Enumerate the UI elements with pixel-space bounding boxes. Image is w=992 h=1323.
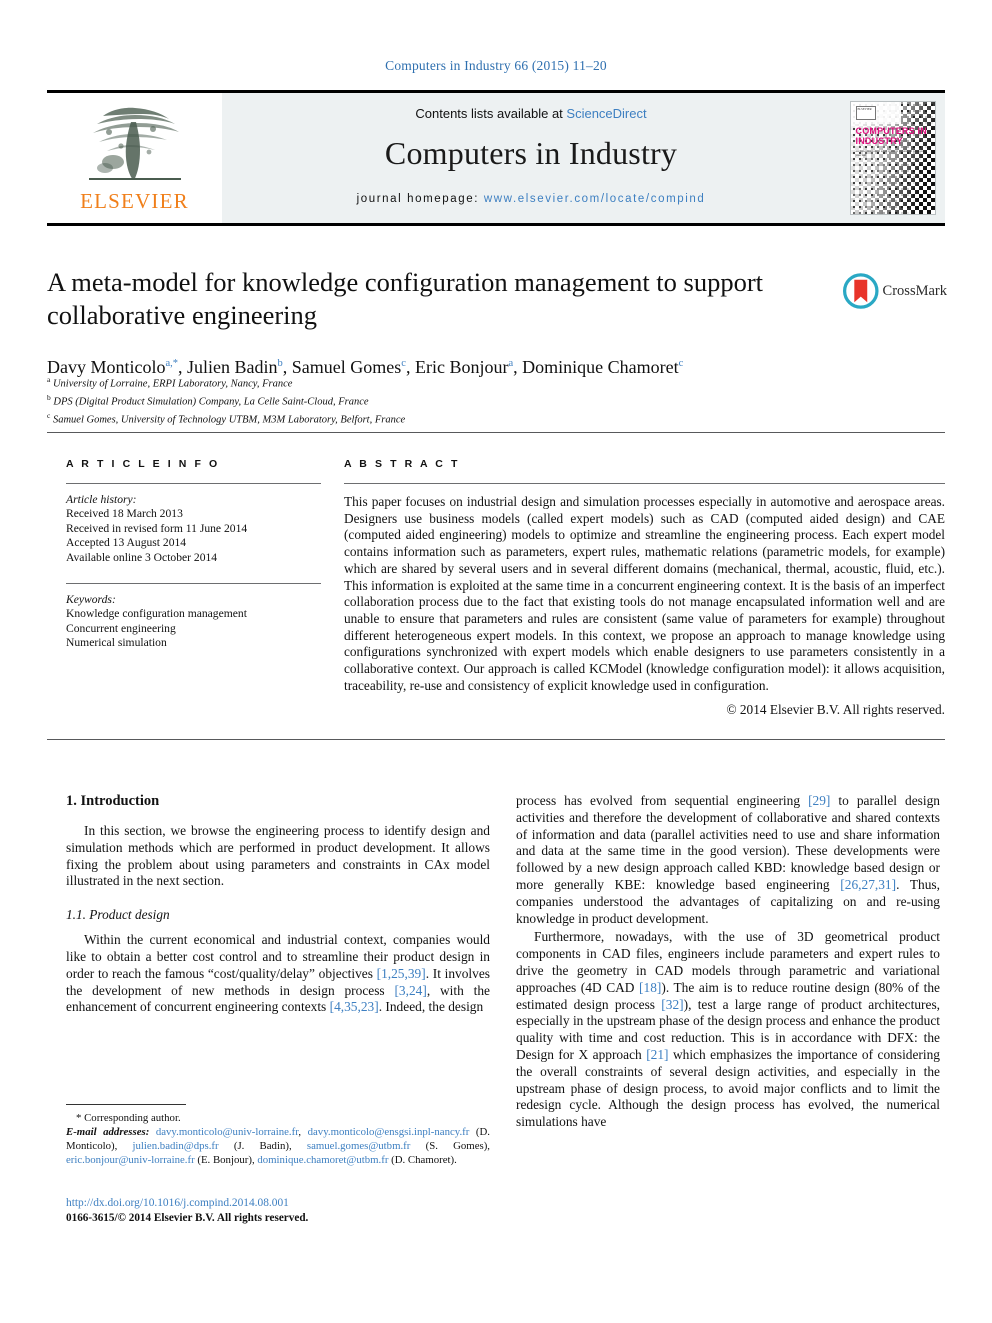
keyword-item: Knowledge configuration management	[66, 607, 247, 621]
footnote-block: * Corresponding author. E-mail addresses…	[66, 1104, 490, 1167]
paragraph-design-process: process has evolved from sequential engi…	[516, 793, 940, 927]
email-link[interactable]: julien.badin@dps.fr	[133, 1140, 219, 1152]
abstract-rule	[344, 483, 945, 484]
affiliation-text: University of Lorraine, ERPI Laboratory,…	[50, 378, 293, 390]
abstract-heading: A B S T R A C T	[344, 458, 460, 470]
keyword-item: Numerical simulation	[66, 636, 167, 650]
article-history-item: Available online 3 October 2014	[66, 550, 218, 564]
article-info-heading: A R T I C L E I N F O	[66, 458, 220, 470]
contents-line: Contents lists available at ScienceDirec…	[222, 93, 840, 121]
affiliation-list: a University of Lorraine, ERPI Laborator…	[47, 373, 747, 427]
divider-bottom	[47, 739, 945, 740]
homepage-label: journal homepage:	[356, 193, 480, 205]
elsevier-tree-icon	[88, 107, 181, 180]
email-link[interactable]: davy.monticolo@ensgsi.inpl-nancy.fr	[308, 1126, 470, 1138]
doi-link[interactable]: http://dx.doi.org/10.1016/j.compind.2014…	[66, 1196, 496, 1211]
email-link[interactable]: eric.bonjour@univ-lorraine.fr	[66, 1154, 195, 1166]
keywords-block: Keywords: Knowledge configuration manage…	[66, 593, 321, 651]
email-link[interactable]: dominique.chamoret@utbm.fr	[257, 1154, 388, 1166]
author-affiliation-mark: a	[508, 358, 514, 369]
section-heading-introduction: 1. Introduction	[66, 793, 160, 809]
author-affiliation-mark: c	[401, 358, 406, 369]
citation-ref[interactable]: [26,27,31]	[840, 877, 896, 892]
crossmark-badge[interactable]: CrossMark	[843, 268, 947, 314]
affiliation-item: a University of Lorraine, ERPI Laborator…	[47, 373, 747, 391]
author-affiliation-mark: c	[678, 358, 684, 369]
citation-ref[interactable]: [18]	[639, 980, 661, 995]
email-owner: (D. Chamoret).	[388, 1154, 457, 1166]
email-owner: (E. Bonjour)	[194, 1154, 252, 1166]
running-head: Computers in Industry 66 (2015) 11–20	[385, 58, 607, 73]
article-history-item: Accepted 13 August 2014	[66, 536, 187, 550]
crossmark-label: CrossMark	[882, 282, 947, 299]
cover-title-line1: COMPUTERS IN	[855, 126, 927, 136]
article-info-column: A R T I C L E I N F O Article history: R…	[66, 458, 321, 651]
subsection-heading-product-design: 1.1. Product design	[66, 907, 170, 923]
footnote-rule	[66, 1104, 186, 1105]
text-run: process has evolved from sequential engi…	[516, 793, 809, 808]
email-link[interactable]: samuel.gomes@utbm.fr	[307, 1140, 411, 1152]
affiliation-text: Samuel Gomes, University of Technology U…	[50, 414, 406, 426]
paragraph-3d-geometry: Furthermore, nowadays, with the use of 3…	[516, 929, 940, 1131]
author-affiliation-mark: a,*	[165, 358, 179, 369]
journal-cover-thumbnail: ELSEVIER COMPUTERS IN INDUSTRY an intern…	[849, 101, 936, 215]
page-title: A meta-model for knowledge configuration…	[47, 267, 764, 330]
paragraph-intro: In this section, we browse the engineeri…	[66, 823, 490, 889]
email-addresses-label: E-mail addresses:	[66, 1126, 150, 1138]
journal-masthead: ELSEVIER Contents lists available at Sci…	[47, 90, 945, 226]
cover-subtitle: an international application oriented re…	[855, 149, 926, 157]
abstract-column: A B S T R A C T This paper focuses on in…	[344, 458, 945, 718]
title-block: A meta-model for knowledge configuration…	[47, 266, 837, 379]
article-history-block: Article history: Received 18 March 2013 R…	[66, 493, 321, 565]
affiliation-item: c Samuel Gomes, University of Technology…	[47, 409, 747, 427]
journal-title: Computers in Industry	[384, 135, 678, 171]
contents-prefix: Contents lists available at	[415, 106, 567, 121]
keywords-rule	[66, 583, 321, 585]
masthead-center: Contents lists available at ScienceDirec…	[222, 93, 840, 223]
issn-copyright-line: 0166-3615/© 2014 Elsevier B.V. All right…	[66, 1212, 309, 1224]
doi-block: http://dx.doi.org/10.1016/j.compind.2014…	[66, 1196, 496, 1226]
abstract-copyright: © 2014 Elsevier B.V. All rights reserved…	[726, 702, 945, 718]
crossmark-icon	[843, 273, 879, 309]
citation-ref[interactable]: [21]	[646, 1047, 668, 1062]
homepage-url-link[interactable]: www.elsevier.com/locate/compind	[484, 193, 706, 205]
article-info-rule	[66, 483, 321, 484]
email-addresses-line: E-mail addresses: davy.monticolo@univ-lo…	[66, 1125, 490, 1167]
text-run: . Indeed, the design	[378, 999, 484, 1015]
corresponding-author-note: * Corresponding author. E-mail addresses…	[66, 1111, 490, 1167]
corresponding-author-line: * Corresponding author.	[76, 1112, 181, 1124]
cover-title-line2: INDUSTRY	[855, 136, 903, 146]
paragraph-product-design: Within the current economical and indust…	[66, 932, 490, 1016]
article-history-label: Article history:	[66, 493, 137, 506]
body-column-left: 1. Introduction In this section, we brow…	[66, 793, 490, 1018]
article-history-item: Received in revised form 11 June 2014	[66, 521, 248, 535]
divider-top	[47, 432, 945, 433]
paper-page: Computers in Industry 66 (2015) 11–20 EL…	[0, 0, 992, 1323]
email-owner: (J. Badin)	[218, 1140, 289, 1152]
journal-homepage-line: journal homepage: www.elsevier.com/locat…	[222, 193, 840, 205]
article-history-items: Received 18 March 2013 Received in revise…	[66, 507, 321, 565]
author-affiliation-mark: b	[277, 358, 283, 369]
citation-ref[interactable]: [1,25,39]	[377, 966, 426, 981]
abstract-text: This paper focuses on industrial design …	[344, 494, 945, 693]
article-history-item: Received 18 March 2013	[66, 507, 183, 521]
keywords-items: Knowledge configuration management Concur…	[66, 607, 321, 650]
keyword-item: Concurrent engineering	[66, 621, 176, 635]
citation-ref[interactable]: [32]	[661, 997, 683, 1012]
cover-title: COMPUTERS IN INDUSTRY	[856, 126, 927, 146]
cover-imprint: ELSEVIER	[855, 106, 876, 120]
affiliation-text: DPS (Digital Product Simulation) Company…	[50, 396, 369, 408]
sciencedirect-link[interactable]: ScienceDirect	[566, 106, 646, 121]
citation-ref[interactable]: [4,35,23]	[330, 999, 379, 1014]
email-owner: (S. Gomes)	[410, 1140, 488, 1152]
journal-cover-cell: ELSEVIER COMPUTERS IN INDUSTRY an intern…	[840, 93, 945, 223]
affiliation-item: b DPS (Digital Product Simulation) Compa…	[47, 391, 747, 409]
elsevier-logo: ELSEVIER	[47, 93, 222, 223]
elsevier-wordmark: ELSEVIER	[80, 189, 189, 213]
citation-ref[interactable]: [29]	[808, 793, 830, 808]
body-column-right: process has evolved from sequential engi…	[516, 793, 940, 1133]
citation-ref[interactable]: [3,24]	[394, 983, 426, 998]
email-link[interactable]: davy.monticolo@univ-lorraine.fr	[156, 1126, 299, 1138]
keywords-label: Keywords:	[66, 593, 116, 607]
